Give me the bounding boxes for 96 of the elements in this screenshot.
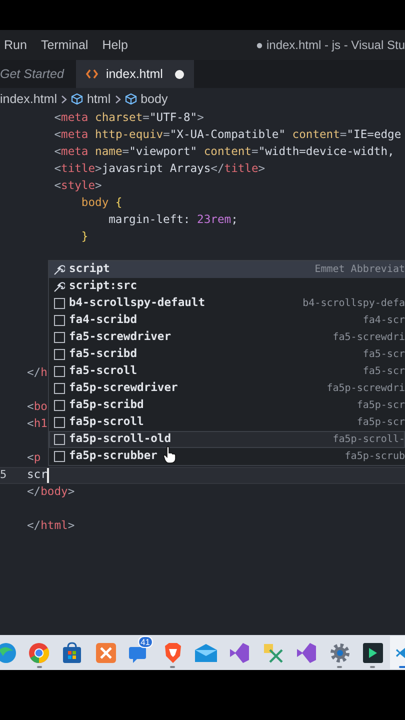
hand-pointer-icon (163, 446, 177, 464)
breadcrumb-item[interactable]: index.html (0, 90, 57, 108)
square-icon (54, 349, 64, 360)
code-line: <meta http-equiv="X-UA-Compatible" content="IE=edge (53, 127, 402, 144)
square-icon (54, 366, 64, 377)
suggestion-detail: fa5p-scrub (344, 450, 405, 464)
suggestion-label: script (69, 261, 110, 278)
code-line: <meta charset="UTF-8"> (53, 110, 204, 126)
notification-badge: 41 (138, 636, 154, 648)
suggestion-item[interactable]: fa5-scribd fa5-scr (49, 346, 405, 363)
suggestion-detail: fa5p-scroll- (332, 433, 405, 447)
breadcrumb-item[interactable]: body (140, 90, 168, 108)
menu-item[interactable]: Run (4, 36, 27, 54)
running-indicator (170, 666, 176, 668)
code-line: <meta name="viewport" content="width=device-width, (53, 144, 394, 160)
suggestion-item[interactable]: fa5p-scribd fa5p-scr (49, 397, 405, 414)
chevron-right-icon (60, 94, 67, 104)
suggestion-detail: fa5-scr (362, 365, 405, 379)
menu-item[interactable]: Terminal (40, 36, 88, 54)
suggestion-item[interactable]: fa4-scribd fa4-scr (49, 312, 405, 329)
square-icon (54, 434, 64, 445)
suggestion-item[interactable]: fa5p-screwdriver fa5p-screwdri (49, 380, 405, 397)
suggestion-item[interactable]: script:src (49, 278, 405, 295)
suggestion-detail: fa5p-scr (356, 416, 405, 430)
suggestion-label: fa5p-scribd (69, 397, 144, 414)
wrench-icon (53, 264, 65, 276)
suggestion-label: fa5p-scroll (69, 414, 144, 430)
suggestion-item[interactable]: script Emmet Abbreviat (49, 261, 405, 278)
suggestion-item[interactable]: fa5p-scrubber fa5p-scrub (49, 448, 405, 465)
square-icon (54, 400, 64, 411)
app-tile-icon (94, 642, 117, 664)
tools-icon (262, 642, 284, 664)
code-line: <h1 (27, 416, 48, 432)
browser-icon (28, 642, 50, 664)
cube-icon (70, 93, 83, 105)
square-icon (54, 417, 64, 428)
suggestion-label: fa4-scribd (69, 312, 138, 328)
suggestion-detail: fa5-scr (362, 348, 405, 362)
square-icon (54, 383, 64, 394)
square-icon (54, 298, 64, 309)
running-indicator (36, 666, 42, 668)
envelope-icon (194, 642, 218, 664)
suggestion-item[interactable]: fa5-scroll fa5-scr (49, 363, 405, 380)
square-icon (54, 315, 64, 326)
bow-tie-icon (228, 642, 250, 664)
code-line: <style> (53, 178, 102, 194)
suggestion-label: b4-scrollspy-default (69, 295, 206, 312)
suggestion-label: script:src (69, 278, 138, 294)
code-line: body { (80, 195, 122, 212)
suggestion-detail: b4-scrollspy-defa (302, 297, 405, 311)
chevron-right-icon (114, 94, 121, 104)
window-title: ● index.html - js - Visual Stu (256, 37, 405, 54)
suggestion-item[interactable]: fa5p-scroll-old fa5p-scroll- (49, 431, 405, 448)
menu-item[interactable]: Help (102, 36, 128, 54)
suggestion-item[interactable]: b4-scrollspy-default b4-scrollspy-defa (49, 295, 405, 312)
suggestion-detail: fa5-screwdri (332, 331, 405, 345)
globe-icon (0, 642, 17, 664)
suggestion-item[interactable]: fa5-screwdriver fa5-screwdri (49, 329, 405, 346)
suggestion-detail: fa5p-scr (356, 399, 405, 413)
editor-tab[interactable]: Get Started (0, 60, 76, 88)
code-line: </html> (27, 518, 75, 534)
square-icon (54, 451, 64, 462)
suggestion-label: fa5p-scroll-old (69, 431, 172, 448)
suggestion-label: fa5-screwdriver (69, 329, 172, 346)
square-icon (54, 332, 64, 343)
breadcrumb-item[interactable]: html (86, 90, 111, 108)
code-line: <title>javasript Arrays</title> (53, 161, 266, 178)
text-cursor (47, 468, 49, 483)
suggestion-label: fa5p-screwdriver (69, 380, 178, 396)
play-tile-icon (362, 642, 384, 664)
line-number: 5 (0, 468, 7, 482)
suggestion-label: fa5-scroll (69, 363, 138, 380)
suggestion-detail: fa5p-screwdri (326, 382, 405, 396)
cube-icon (124, 93, 137, 105)
suggestion-label: fa5-scribd (69, 346, 138, 362)
running-indicator (337, 666, 342, 668)
editor-tab[interactable]: index.html (76, 60, 194, 88)
suggestion-detail: fa4-scr (362, 314, 405, 328)
code-line: margin-left: 23rem; (108, 212, 238, 228)
settings-icon (328, 642, 351, 664)
code-line: <bo (27, 399, 48, 416)
code-line: } (80, 229, 88, 246)
suggestion-item[interactable]: fa5p-scroll fa5p-scr (49, 414, 405, 431)
bow-tie-icon (295, 642, 318, 664)
suggestion-detail: Emmet Abbreviat (314, 263, 405, 277)
code-line: </h (27, 365, 48, 382)
tab-label: index.html (106, 66, 163, 83)
wrench-icon (53, 280, 65, 292)
suggestion-label: fa5p-scrubber (69, 448, 158, 464)
taskbar-button[interactable]: 41 (122, 636, 156, 669)
tab-label: Get Started (0, 66, 64, 83)
code-line: scr (27, 467, 49, 484)
code-line: <p (27, 450, 41, 466)
running-indicator (370, 666, 376, 668)
shopping-bag-icon (61, 642, 84, 664)
code-line: </body> (27, 484, 75, 500)
